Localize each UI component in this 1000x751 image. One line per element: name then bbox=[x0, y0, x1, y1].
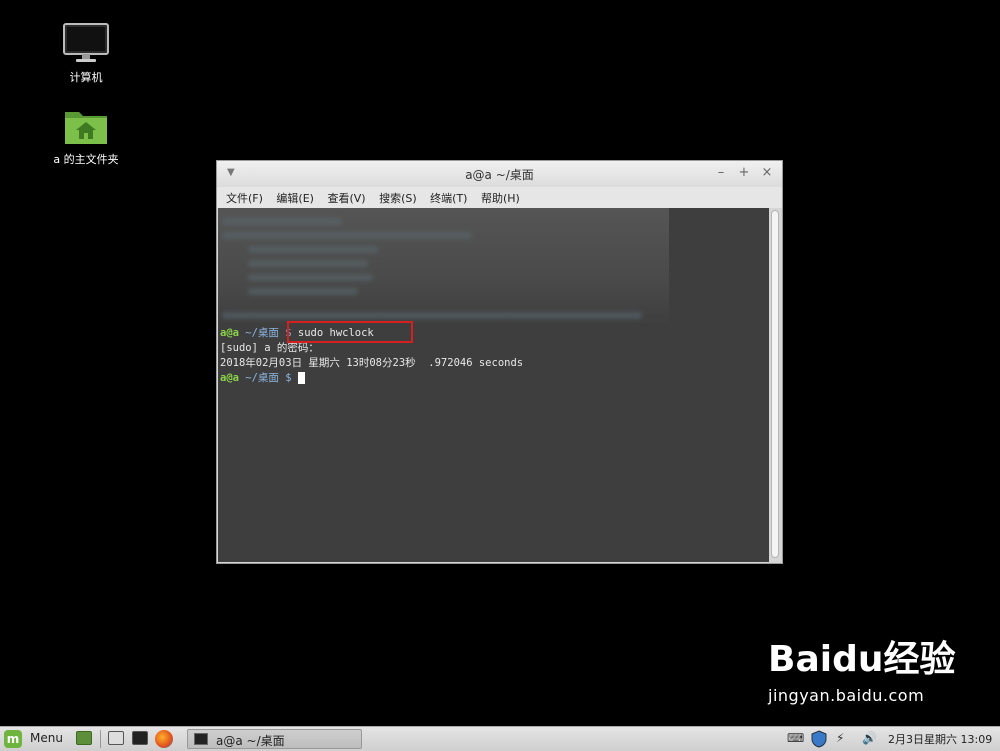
menu-search[interactable]: 搜索(S) bbox=[374, 187, 422, 206]
current-prompt-line: a@a ~/桌面 $ bbox=[220, 371, 305, 385]
menu-file[interactable]: 文件(F) bbox=[221, 187, 268, 206]
task-label: a@a ~/桌面 bbox=[216, 734, 285, 748]
command-highlight-box bbox=[287, 321, 413, 343]
terminal-window: ▼ a@a ~/桌面 – + × 文件(F) 编辑(E) 查看(V) 搜索(S)… bbox=[216, 160, 783, 564]
scrollbar[interactable] bbox=[769, 208, 782, 562]
terminal-icon bbox=[194, 733, 208, 745]
blur-stroke bbox=[222, 312, 642, 319]
blur-stroke bbox=[248, 246, 378, 253]
clock[interactable]: 2月3日星期六 13:09 bbox=[888, 731, 992, 747]
blur-stroke bbox=[248, 274, 373, 281]
taskbar-separator bbox=[100, 730, 101, 748]
blur-stroke bbox=[222, 218, 342, 225]
terminal-launcher-icon[interactable] bbox=[132, 731, 148, 745]
prompt-user: a@a bbox=[220, 372, 239, 384]
hwclock-output-line: 2018年02月03日 星期六 13时08分23秒 .972046 second… bbox=[220, 357, 524, 369]
prompt-user: a@a bbox=[220, 327, 239, 339]
sudo-password-line: [sudo] a 的密码： bbox=[220, 342, 319, 354]
prompt-path: ~/桌面 $ bbox=[238, 372, 292, 384]
title-bar[interactable]: ▼ a@a ~/桌面 – + × bbox=[217, 161, 782, 188]
baidu-jingyan-watermark: Baidu经验 jingyan.baidu.com bbox=[768, 640, 956, 706]
shield-icon[interactable] bbox=[811, 730, 827, 748]
blurred-region bbox=[218, 208, 669, 326]
prompt-path: ~/桌面 $ bbox=[238, 327, 292, 339]
text-cursor bbox=[297, 372, 305, 384]
monitor-icon bbox=[63, 23, 109, 62]
start-menu-button[interactable]: m Menu bbox=[4, 729, 66, 749]
taskbar-terminal-window-button[interactable]: a@a ~/桌面 bbox=[187, 729, 362, 749]
blur-stroke bbox=[248, 260, 368, 267]
keyboard-icon[interactable]: ⌨ bbox=[787, 731, 804, 745]
taskbar: m Menu a@a ~/桌面 ⌨ ⚡ 🔊 2月3日星期六 13:09 bbox=[0, 726, 1000, 751]
watermark-brand-jingyan: 经验 bbox=[883, 639, 956, 680]
menu-help[interactable]: 帮助(H) bbox=[476, 187, 525, 206]
volume-icon[interactable]: 🔊 bbox=[862, 731, 877, 745]
watermark-brand-bai: Bai bbox=[768, 639, 833, 680]
desktop-icon-computer[interactable]: 计算机 bbox=[41, 22, 131, 85]
start-menu-label: Menu bbox=[30, 731, 63, 745]
blur-stroke bbox=[222, 232, 472, 239]
close-button[interactable]: × bbox=[758, 164, 776, 182]
show-desktop-icon[interactable] bbox=[76, 731, 92, 745]
blur-stroke bbox=[248, 288, 358, 295]
desktop-icon-label: a 的主文件夹 bbox=[53, 153, 119, 166]
mint-logo-icon: m bbox=[4, 730, 22, 748]
watermark-brand-du: du bbox=[832, 639, 884, 680]
terminal-output[interactable]: a@a ~/桌面 $ sudo hwclock [sudo] a 的密码： 20… bbox=[218, 208, 769, 562]
firefox-launcher-icon[interactable] bbox=[155, 730, 173, 748]
menu-terminal[interactable]: 终端(T) bbox=[425, 187, 472, 206]
file-manager-launcher-icon[interactable] bbox=[108, 731, 124, 745]
minimize-button[interactable]: – bbox=[712, 164, 730, 182]
watermark-brand: Baidu经验 bbox=[768, 640, 956, 680]
watermark-url: jingyan.baidu.com bbox=[768, 686, 925, 705]
home-folder-icon bbox=[65, 112, 107, 144]
window-title: a@a ~/桌面 bbox=[465, 168, 534, 182]
menu-bar: 文件(F) 编辑(E) 查看(V) 搜索(S) 终端(T) 帮助(H) bbox=[217, 187, 782, 209]
maximize-button[interactable]: + bbox=[735, 164, 753, 182]
network-icon[interactable]: ⚡ bbox=[836, 731, 844, 745]
scrollbar-thumb[interactable] bbox=[771, 210, 779, 558]
menu-view[interactable]: 查看(V) bbox=[322, 187, 370, 206]
desktop-icon-label: 计算机 bbox=[69, 71, 103, 84]
desktop-icon-home-folder[interactable]: a 的主文件夹 bbox=[41, 106, 131, 167]
menu-edit[interactable]: 编辑(E) bbox=[271, 187, 319, 206]
